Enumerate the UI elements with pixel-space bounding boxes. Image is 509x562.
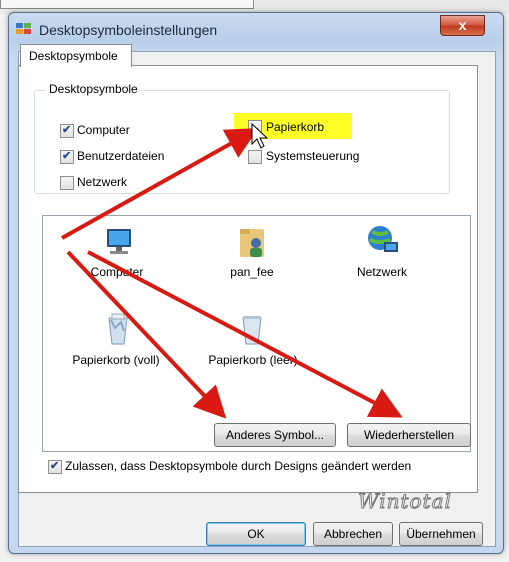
mouse-cursor-icon [251, 122, 269, 149]
arrow-to-papierkorb [61, 128, 259, 240]
annotation-arrows-overlay [61, 122, 403, 419]
tab-label: Desktopsymbole [29, 49, 118, 63]
arrow-to-anderes-symbol [66, 250, 227, 419]
tab-desktopsymbole[interactable]: Desktopsymbole [20, 44, 132, 67]
arrow-to-wiederherstellen [87, 250, 403, 418]
